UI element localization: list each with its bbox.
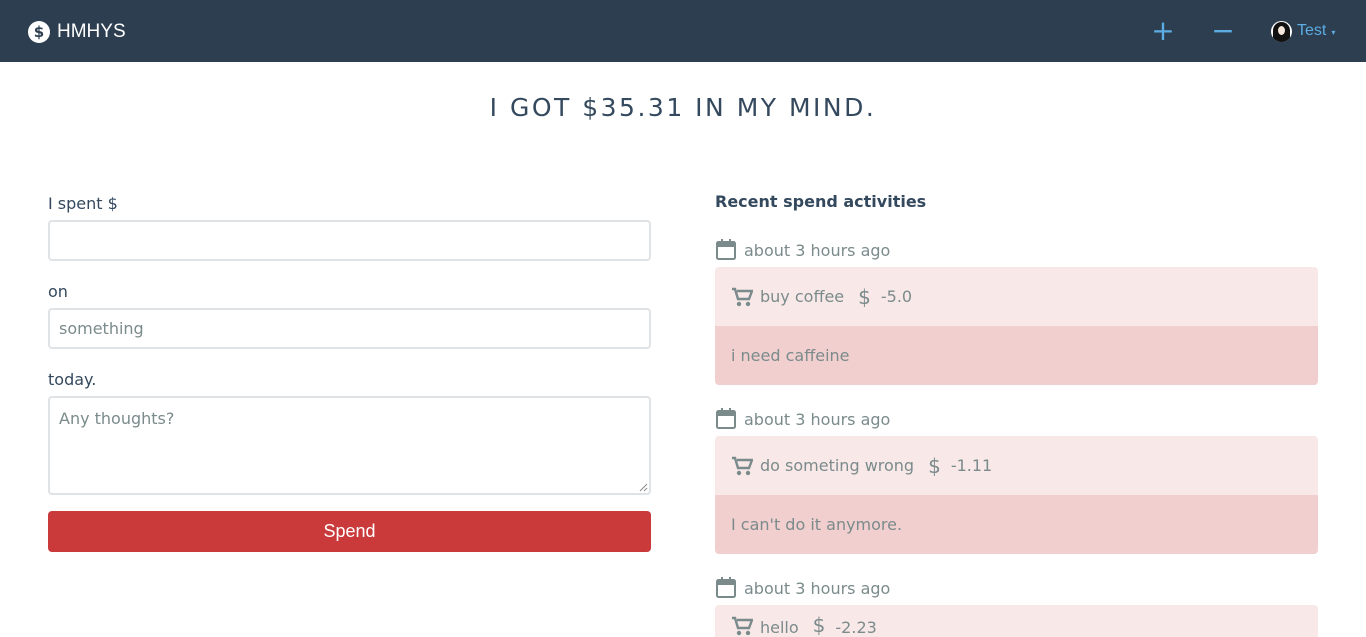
amount-input[interactable] bbox=[48, 220, 651, 261]
spend-button[interactable]: Spend bbox=[48, 511, 651, 552]
activities-title: Recent spend activities bbox=[715, 192, 927, 211]
user-menu[interactable]: Test ▾ bbox=[1271, 20, 1335, 42]
activity-note: I can't do it anymore. bbox=[715, 495, 1318, 554]
activity-item: about 3 hours ago do someting wrong $ -1… bbox=[715, 407, 1318, 554]
activity-amount: -5.0 bbox=[880, 287, 913, 306]
activity-item-name: hello bbox=[760, 618, 799, 637]
activity-item: about 3 hours ago hello $ -2.23 bbox=[715, 576, 1318, 637]
on-label: on bbox=[48, 282, 68, 301]
thoughts-placeholder: Any thoughts? bbox=[59, 409, 175, 428]
activity-item-name: do someting wrong bbox=[760, 456, 915, 475]
avatar bbox=[1271, 20, 1292, 42]
activity-time: about 3 hours ago bbox=[744, 409, 891, 429]
resize-handle-icon[interactable] bbox=[639, 483, 648, 492]
brand[interactable]: $ HMHYS bbox=[28, 18, 126, 46]
cart-icon bbox=[732, 287, 753, 306]
brand-name: HMHYS bbox=[57, 21, 126, 42]
dollar-icon: $ bbox=[928, 453, 941, 478]
cart-icon bbox=[732, 456, 753, 475]
spend-button-nav[interactable]: − bbox=[1208, 14, 1238, 48]
activity-summary: buy coffee $ -5.0 bbox=[715, 267, 1318, 326]
calendar-icon bbox=[716, 408, 736, 429]
add-funds-button[interactable]: + bbox=[1148, 14, 1178, 48]
dollar-icon: $ bbox=[812, 613, 826, 637]
activity-summary: do someting wrong $ -1.11 bbox=[715, 436, 1318, 495]
today-label: today. bbox=[48, 370, 97, 389]
calendar-icon bbox=[716, 239, 736, 260]
user-name: Test bbox=[1297, 22, 1327, 39]
calendar-icon bbox=[716, 577, 736, 598]
activity-amount: -1.11 bbox=[950, 456, 993, 475]
activity-item-name: buy coffee bbox=[760, 287, 845, 306]
activity-time: about 3 hours ago bbox=[744, 240, 891, 260]
dollar-coin-icon: $ bbox=[28, 21, 50, 43]
dollar-icon: $ bbox=[858, 284, 871, 309]
activity-summary: hello $ -2.23 bbox=[715, 605, 1318, 637]
cart-icon bbox=[732, 616, 753, 636]
activity-time: about 3 hours ago bbox=[744, 578, 891, 598]
activity-note: i need caffeine bbox=[715, 326, 1318, 385]
navbar: $ HMHYS + − Test ▾ bbox=[0, 0, 1366, 62]
chevron-down-icon: ▾ bbox=[1331, 28, 1336, 37]
thoughts-textarea[interactable]: Any thoughts? bbox=[48, 396, 651, 495]
amount-label: I spent $ bbox=[48, 194, 118, 213]
activity-item: about 3 hours ago buy coffee $ -5.0 i ne… bbox=[715, 238, 1318, 385]
balance-headline: I GOT $35.31 IN MY MIND. bbox=[489, 93, 877, 122]
activity-amount: -2.23 bbox=[835, 618, 877, 637]
item-input[interactable]: something bbox=[48, 308, 651, 349]
